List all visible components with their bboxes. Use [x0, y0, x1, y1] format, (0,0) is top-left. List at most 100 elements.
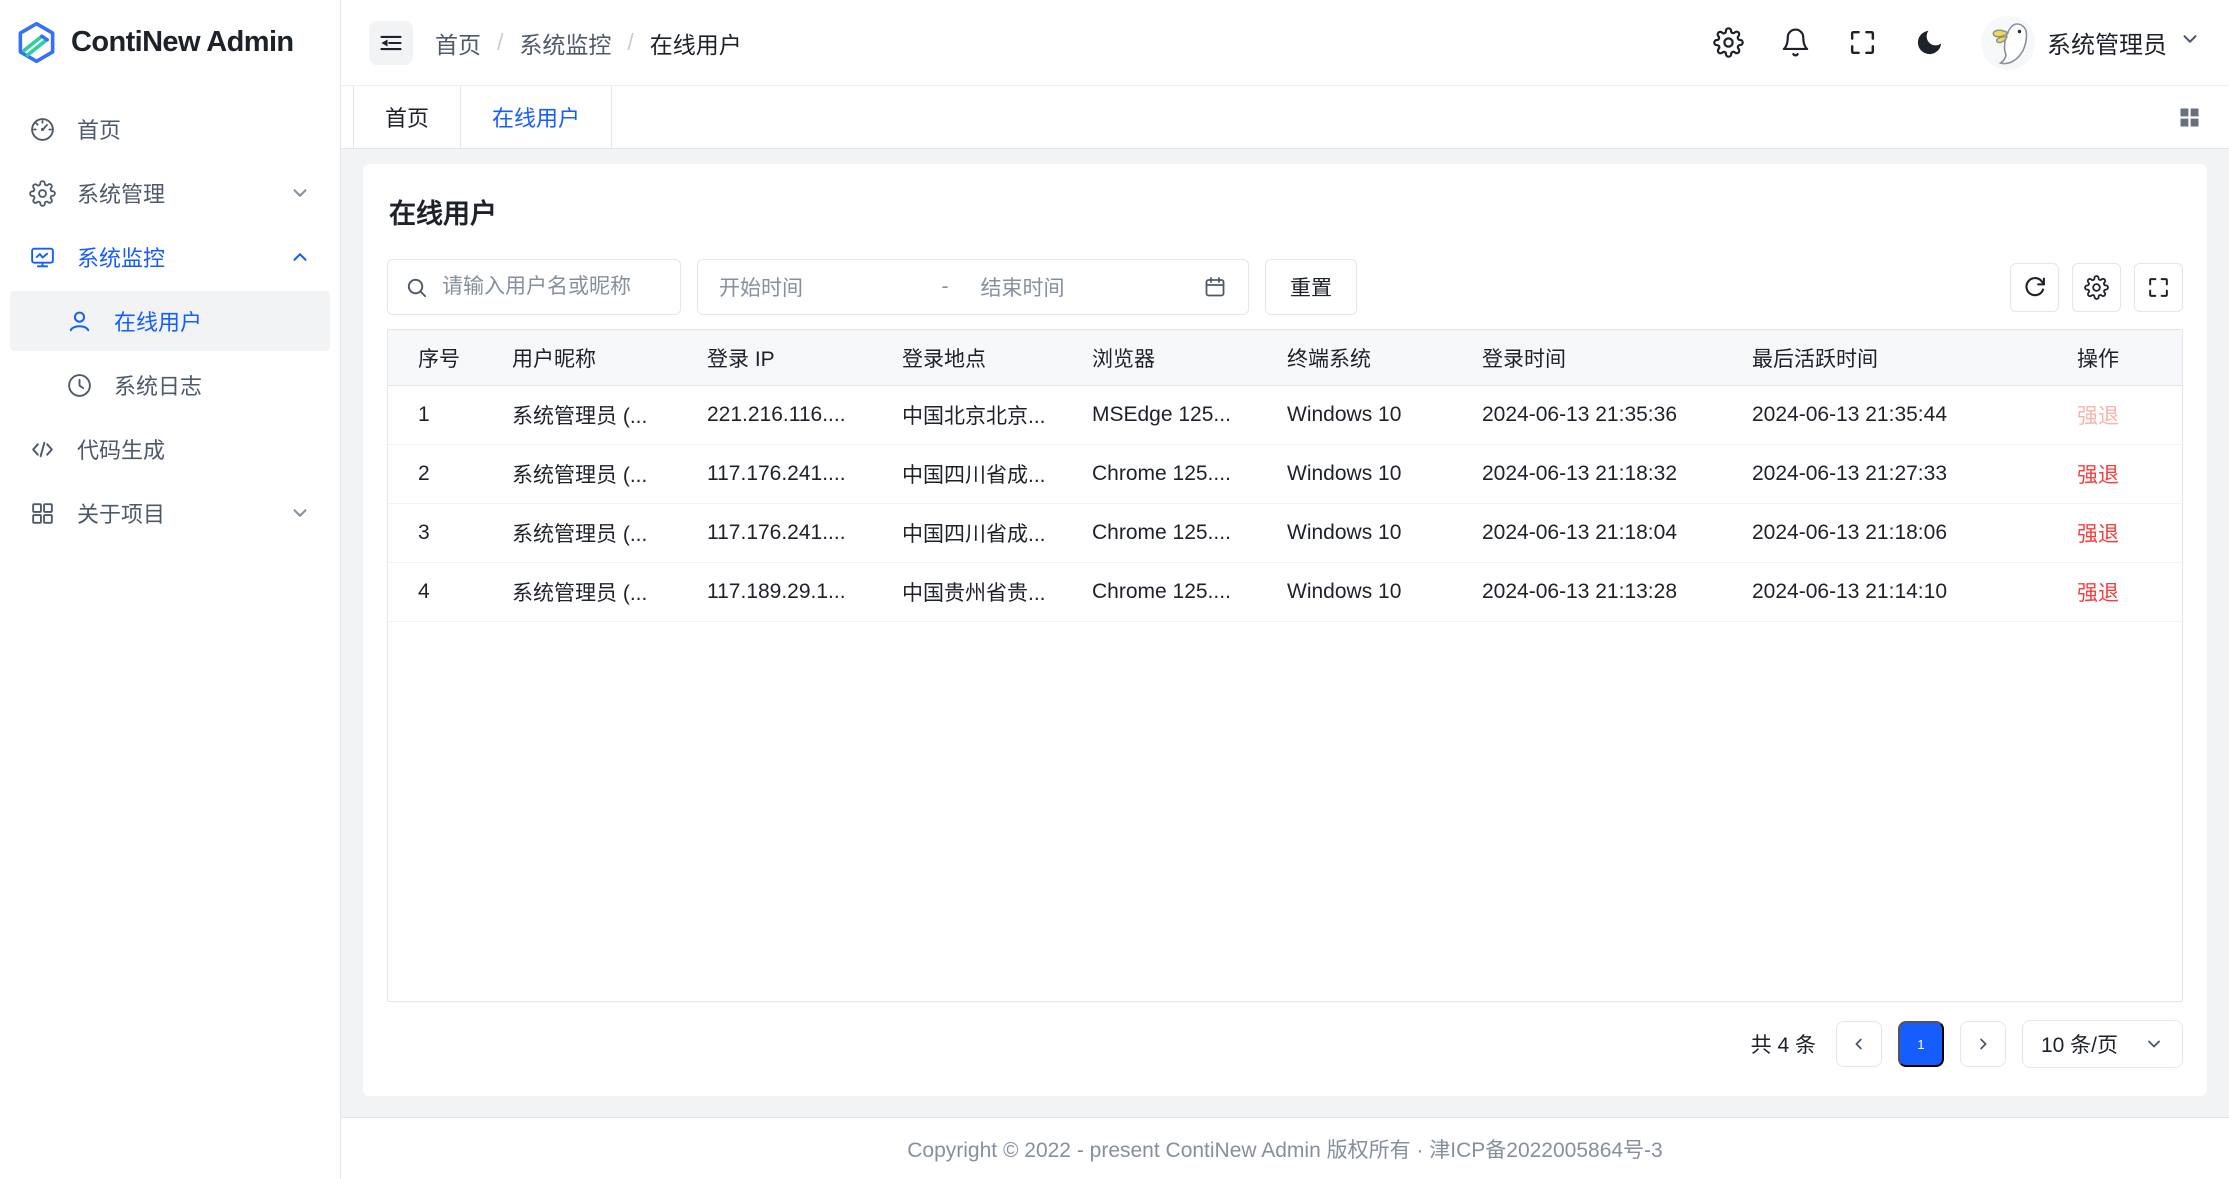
- sidebar-collapse-button[interactable]: [369, 21, 413, 65]
- sidebar-item-label: 在线用户: [114, 305, 202, 337]
- sidebar-item[interactable]: 代码生成: [10, 419, 330, 479]
- user-icon: [66, 308, 93, 335]
- tab[interactable]: 在线用户: [461, 86, 612, 148]
- sidebar-item-label: 系统管理: [77, 177, 165, 209]
- date-range-picker[interactable]: 开始时间 - 结束时间: [697, 259, 1249, 315]
- sidebar-item-label: 系统日志: [114, 369, 202, 401]
- sidebar-item[interactable]: 在线用户: [10, 291, 330, 351]
- fullscreen-icon[interactable]: [1847, 27, 1878, 58]
- code-icon: [29, 436, 56, 463]
- pagination-total: 共 4 条: [1751, 1029, 1816, 1059]
- tab[interactable]: 首页: [353, 86, 461, 148]
- table-cell: MSEdge 125...: [1062, 403, 1257, 427]
- sidebar-item[interactable]: 系统日志: [10, 355, 330, 415]
- table-row: 1系统管理员 (...221.216.116....中国北京北京...MSEdg…: [388, 386, 2182, 445]
- date-range-separator: -: [942, 275, 959, 299]
- column-header: 操作: [2047, 343, 2182, 373]
- chevron-down-icon: [2144, 1034, 2164, 1054]
- online-users-table: 序号用户昵称登录 IP登录地点浏览器终端系统登录时间最后活跃时间操作 1系统管理…: [387, 329, 2183, 1002]
- refresh-icon: [2022, 275, 2047, 300]
- table-cell: 中国四川省成...: [872, 518, 1062, 548]
- search-input[interactable]: [440, 274, 663, 300]
- monitor-icon: [29, 244, 56, 271]
- settings-icon[interactable]: [1713, 27, 1744, 58]
- tabbar: 首页在线用户: [341, 86, 2229, 149]
- table-tools: [2010, 263, 2183, 312]
- sidebar-nav: 首页系统管理系统监控在线用户系统日志代码生成关于项目: [0, 85, 340, 557]
- breadcrumb-separator: /: [627, 29, 633, 56]
- sidebar-item[interactable]: 系统管理: [10, 163, 330, 223]
- user-menu[interactable]: 系统管理员: [1981, 16, 2201, 70]
- online-users-card: 在线用户 开始时间 - 结束时间: [363, 164, 2207, 1096]
- table-cell: Windows 10: [1257, 580, 1452, 604]
- sidebar-item[interactable]: 首页: [10, 99, 330, 159]
- footer: Copyright © 2022 - present ContiNew Admi…: [341, 1117, 2229, 1179]
- table-cell: 2024-06-13 21:14:10: [1722, 580, 2047, 604]
- table-row: 4系统管理员 (...117.189.29.1...中国贵州省贵...Chrom…: [388, 563, 2182, 622]
- force-logout-link[interactable]: 强退: [2047, 518, 2182, 548]
- column-header: 浏览器: [1062, 343, 1257, 373]
- pagination-next-button[interactable]: [1960, 1021, 2006, 1067]
- column-header: 登录 IP: [677, 343, 872, 373]
- sidebar-item-label: 关于项目: [77, 497, 165, 529]
- tab-list: 首页在线用户: [353, 86, 612, 148]
- force-logout-link[interactable]: 强退: [2047, 577, 2182, 607]
- clock-icon: [66, 372, 93, 399]
- table-cell: Chrome 125....: [1062, 521, 1257, 545]
- breadcrumb-item[interactable]: 首页: [435, 26, 481, 60]
- table-cell: 系统管理员 (...: [482, 400, 677, 430]
- chevron-down-icon: [289, 182, 311, 204]
- table-cell: 2024-06-13 21:27:33: [1722, 462, 2047, 486]
- gear-icon: [29, 180, 56, 207]
- chevron-down-icon: [2179, 28, 2201, 57]
- table-cell: 2024-06-13 21:18:06: [1722, 521, 2047, 545]
- sidebar-item-label: 系统监控: [77, 241, 165, 273]
- table-cell: 3: [388, 521, 482, 545]
- table-cell: 系统管理员 (...: [482, 518, 677, 548]
- reset-button[interactable]: 重置: [1265, 259, 1357, 315]
- date-start-placeholder: 开始时间: [719, 272, 942, 302]
- force-logout-link[interactable]: 强退: [2047, 400, 2182, 430]
- table-cell: 117.176.241....: [677, 462, 872, 486]
- tab-grid-icon[interactable]: [2176, 86, 2203, 148]
- sidebar-item[interactable]: 系统监控: [10, 227, 330, 287]
- topbar: 首页/系统监控/在线用户: [341, 0, 2229, 86]
- table-cell: 2024-06-13 21:13:28: [1452, 580, 1722, 604]
- column-header: 最后活跃时间: [1722, 343, 2047, 373]
- column-header: 序号: [388, 343, 482, 373]
- search-input-box: [387, 259, 681, 315]
- app-logo: ContiNew Admin: [0, 0, 340, 85]
- topbar-actions: 系统管理员: [1713, 16, 2201, 70]
- table-row: 2系统管理员 (...117.176.241....中国四川省成...Chrom…: [388, 445, 2182, 504]
- pagination: 共 4 条 1 10 条/页: [387, 1020, 2183, 1068]
- chevron-up-icon: [289, 246, 311, 268]
- refresh-button[interactable]: [2010, 263, 2059, 312]
- dark-mode-moon-icon[interactable]: [1914, 27, 1945, 58]
- table-cell: 1: [388, 403, 482, 427]
- sidebar-item-label: 代码生成: [77, 433, 165, 465]
- column-settings-button[interactable]: [2072, 263, 2121, 312]
- table-cell: 117.176.241....: [677, 521, 872, 545]
- table-cell: 2024-06-13 21:35:44: [1722, 403, 2047, 427]
- page-size-value: 10 条/页: [2041, 1029, 2118, 1059]
- table-cell: 系统管理员 (...: [482, 459, 677, 489]
- breadcrumb-item[interactable]: 系统监控: [519, 26, 611, 60]
- column-header: 终端系统: [1257, 343, 1452, 373]
- filter-toolbar: 开始时间 - 结束时间 重置: [387, 259, 2183, 315]
- table-fullscreen-button[interactable]: [2134, 263, 2183, 312]
- table-cell: Chrome 125....: [1062, 580, 1257, 604]
- bell-icon[interactable]: [1780, 27, 1811, 58]
- force-logout-link[interactable]: 强退: [2047, 459, 2182, 489]
- pagination-prev-button[interactable]: [1836, 1021, 1882, 1067]
- logo-hexagon-icon: [15, 21, 58, 64]
- page-size-select[interactable]: 10 条/页: [2022, 1020, 2183, 1068]
- table-cell: 中国北京北京...: [872, 400, 1062, 430]
- breadcrumb-separator: /: [497, 29, 503, 56]
- column-header: 登录地点: [872, 343, 1062, 373]
- table-cell: 2024-06-13 21:35:36: [1452, 403, 1722, 427]
- table-cell: 中国四川省成...: [872, 459, 1062, 489]
- breadcrumb: 首页/系统监控/在线用户: [435, 26, 742, 60]
- pagination-page-1[interactable]: 1: [1898, 1021, 1944, 1067]
- table-cell: Windows 10: [1257, 521, 1452, 545]
- sidebar-item[interactable]: 关于项目: [10, 483, 330, 543]
